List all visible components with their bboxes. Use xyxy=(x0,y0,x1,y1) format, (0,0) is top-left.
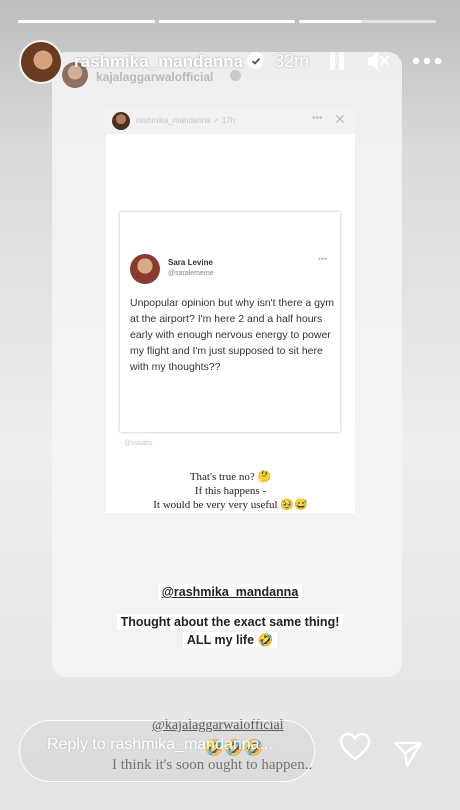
close-icon: ✕ xyxy=(334,111,346,127)
progress-segment xyxy=(299,20,437,23)
progress-segment xyxy=(158,20,296,23)
tweet-author-name: Sara Levine xyxy=(168,258,213,267)
repost-screenshot: rashmika_mandanna ✓ 17h ••• ✕ Sara Levin… xyxy=(106,108,355,513)
repost-caption: That's true no? 🤔 If this happens - It w… xyxy=(106,470,355,512)
story-header: rashmika_mandanna 32m xyxy=(19,40,444,84)
quote-line: ALL my life 🤣 xyxy=(182,632,278,648)
caption-line: If this happens - xyxy=(194,485,267,497)
watermark: @ssliabs xyxy=(124,440,153,447)
repost-username: rashmika_mandanna ✓ 17h xyxy=(136,116,236,125)
tweet-text: Unpopular opinion but why isn't there a … xyxy=(130,297,334,373)
quote-text: Thought about the exact same thing! ALL … xyxy=(0,613,460,649)
more-icon: ••• xyxy=(312,113,323,124)
story-progress-bar xyxy=(18,20,437,23)
send-icon[interactable] xyxy=(392,738,424,770)
heart-icon[interactable] xyxy=(338,730,372,764)
more-icon: ••• xyxy=(318,254,328,264)
reply-placeholder: Reply to rashmika_mandanna... xyxy=(47,736,273,753)
tweet-card: Sara Levine @saralememe ••• Unpopular op… xyxy=(120,212,340,432)
story-username[interactable]: rashmika_mandanna xyxy=(74,52,243,72)
tweet-avatar xyxy=(130,254,160,284)
repost-avatar xyxy=(112,112,130,130)
story-time: 32m xyxy=(274,51,310,71)
verified-badge-icon xyxy=(247,52,264,69)
quote-line: Thought about the exact same thing! xyxy=(116,614,344,630)
mute-icon[interactable] xyxy=(365,48,391,74)
mention-sticker-row: @rashmika_mandanna xyxy=(0,583,460,601)
more-icon[interactable] xyxy=(410,48,444,74)
caption-line: It would be very very useful 🥹😅 xyxy=(153,499,308,511)
reply-input[interactable]: Reply to rashmika_mandanna... xyxy=(19,720,315,782)
caption-line: That's true no? 🤔 xyxy=(189,471,272,483)
tweet-author-handle: @saralememe xyxy=(168,270,214,277)
repost-header: rashmika_mandanna ✓ 17h ••• ✕ xyxy=(106,108,355,134)
mention-sticker[interactable]: @rashmika_mandanna xyxy=(157,584,303,600)
pause-icon[interactable] xyxy=(324,48,350,74)
progress-segment xyxy=(18,20,155,23)
avatar[interactable] xyxy=(19,40,63,84)
